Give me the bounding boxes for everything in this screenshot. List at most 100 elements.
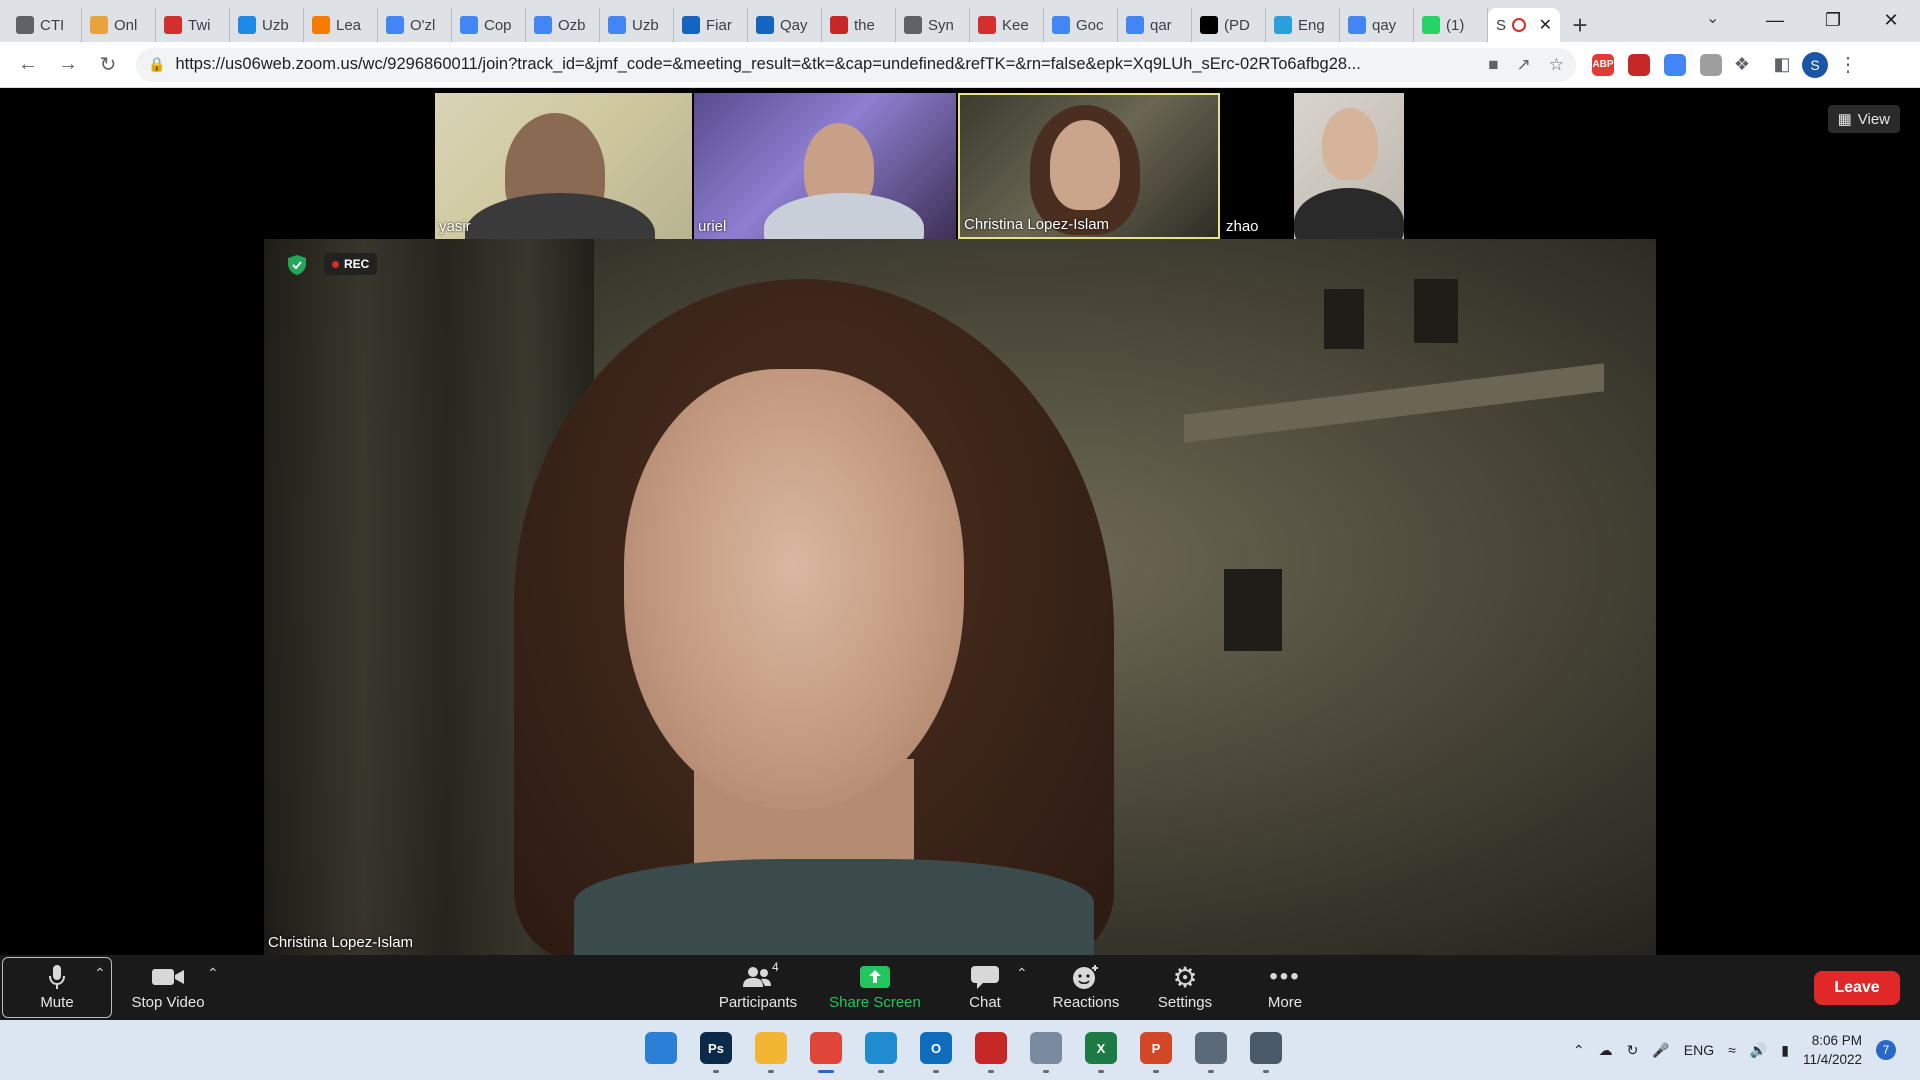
onedrive-cloud-icon[interactable]: ☁ — [1599, 1042, 1613, 1059]
photoshop-icon[interactable]: Ps — [700, 1032, 732, 1064]
forward-button[interactable]: → — [48, 45, 88, 85]
url-text[interactable]: https://us06web.zoom.us/wc/9296860011/jo… — [175, 55, 1478, 74]
back-button[interactable]: ← — [8, 45, 48, 85]
side-panel-icon[interactable]: ◧ — [1762, 45, 1802, 85]
new-tab-button[interactable]: + — [1560, 8, 1600, 42]
browser-tab[interactable]: Uzb — [230, 8, 304, 42]
notification-badge[interactable]: 7 — [1876, 1040, 1896, 1060]
language-indicator[interactable]: ENG — [1684, 1042, 1714, 1058]
leave-button[interactable]: Leave — [1814, 971, 1900, 1005]
browser-tab[interactable]: (1) — [1414, 8, 1488, 42]
browser-tab[interactable]: Qay — [748, 8, 822, 42]
share-screen-button[interactable]: Share Screen — [825, 955, 925, 1020]
restore-button[interactable]: ❐ — [1804, 0, 1862, 40]
windows-start-icon[interactable] — [645, 1032, 677, 1064]
calculator-icon[interactable] — [1250, 1032, 1282, 1064]
reactions-button[interactable]: Reactions — [1050, 955, 1122, 1020]
battery-icon[interactable]: ▮ — [1781, 1042, 1789, 1059]
chat-label: Chat — [969, 994, 1001, 1011]
extensions-area: ABP — [1592, 53, 1722, 76]
acrobat-icon[interactable] — [975, 1032, 1007, 1064]
file-explorer-icon[interactable] — [755, 1032, 787, 1064]
participant-tile-active[interactable]: Christina Lopez-Islam — [958, 93, 1220, 239]
participant-video-zhao[interactable] — [1294, 93, 1404, 239]
profile-avatar[interactable]: S — [1802, 51, 1828, 78]
browser-tab[interactable]: Uzb — [600, 8, 674, 42]
browser-tab[interactable]: Lea — [304, 8, 378, 42]
volume-icon[interactable]: 🔊 — [1750, 1042, 1767, 1059]
encryption-shield-icon[interactable] — [288, 255, 306, 275]
browser-tab[interactable]: Fiar — [674, 8, 748, 42]
chrome-icon[interactable] — [810, 1032, 842, 1064]
grid-view-icon: ▦ — [1837, 111, 1852, 128]
minimize-button[interactable]: — — [1746, 0, 1804, 40]
extensions-puzzle-icon[interactable]: ❖ — [1722, 45, 1762, 85]
participant-body — [764, 193, 924, 239]
view-button[interactable]: ▦ View — [1827, 105, 1900, 133]
browser-tab[interactable]: Goc — [1044, 8, 1118, 42]
browser-tab[interactable]: CTI — [8, 8, 82, 42]
tab-search-chevron-icon[interactable]: ⌄ — [1706, 8, 1719, 28]
user-ext-icon[interactable] — [1700, 53, 1722, 76]
browser-tab[interactable]: Cop — [452, 8, 526, 42]
bookmark-star-icon[interactable]: ☆ — [1549, 55, 1564, 75]
stop-video-button[interactable]: Stop Video — [125, 955, 211, 1020]
adblock-icon[interactable]: ABP — [1592, 53, 1614, 76]
tab-title: Cop — [484, 16, 512, 34]
share-icon[interactable]: ↗ — [1517, 55, 1531, 75]
translate-ext-icon[interactable] — [1664, 53, 1686, 76]
reload-button[interactable]: ↻ — [88, 45, 128, 85]
settings-app-icon[interactable] — [1195, 1032, 1227, 1064]
excel-icon[interactable]: X — [1085, 1032, 1117, 1064]
participant-video — [1322, 108, 1378, 180]
clock[interactable]: 8:06 PM 11/4/2022 — [1803, 1031, 1862, 1069]
browser-tab[interactable]: Eng — [1266, 8, 1340, 42]
tab-list: CTI Onl Twi Uzb Lea O'zl Cop Ozb Uzb Fiar Qay the Sy… — [0, 0, 1600, 42]
browser-tab[interactable]: Ozb — [526, 8, 600, 42]
menu-kebab-icon[interactable]: ⋮ — [1828, 45, 1868, 85]
tab-title: Uzb — [632, 16, 659, 34]
microphone-tray-icon[interactable]: 🎤 — [1652, 1042, 1669, 1059]
grid-globe-icon — [90, 16, 108, 34]
sync-icon[interactable]: ↻ — [1627, 1042, 1639, 1059]
address-bar[interactable]: 🔒 https://us06web.zoom.us/wc/9296860011/… — [136, 47, 1576, 82]
browser-tab[interactable]: qar — [1118, 8, 1192, 42]
settings-button[interactable]: ⚙ Settings — [1152, 955, 1218, 1020]
participant-name: uriel — [698, 218, 727, 235]
close-tab-icon[interactable]: ✕ — [1539, 15, 1552, 35]
docs-icon — [534, 16, 552, 34]
edge-icon[interactable] — [865, 1032, 897, 1064]
browser-tab[interactable]: (PD — [1192, 8, 1266, 42]
browser-tab[interactable]: Onl — [82, 8, 156, 42]
more-button[interactable]: ••• More — [1255, 955, 1315, 1020]
tab-title: Qay — [780, 16, 808, 34]
participants-button[interactable]: 4 Participants — [712, 955, 804, 1020]
chat-options-chevron-icon[interactable]: ⌃ — [1016, 965, 1028, 982]
browser-tab[interactable]: the — [822, 8, 896, 42]
browser-tab[interactable]: O'zl — [378, 8, 452, 42]
tray-overflow-chevron-icon[interactable]: ⌃ — [1573, 1042, 1585, 1059]
browser-tab[interactable]: qay — [1340, 8, 1414, 42]
recording-badge[interactable]: REC — [324, 253, 378, 275]
shield-ext-icon[interactable] — [1628, 53, 1650, 76]
wifi-icon[interactable]: ≈ — [1728, 1042, 1736, 1058]
camera-icon[interactable]: ■ — [1488, 55, 1498, 75]
close-window-button[interactable]: ✕ — [1862, 0, 1920, 40]
browser-tab[interactable]: Syn — [896, 8, 970, 42]
browser-tab-active[interactable]: S ✕ — [1488, 8, 1560, 42]
participant-tile[interactable]: yasir — [435, 93, 692, 239]
lock-icon[interactable]: 🔒 — [148, 56, 165, 73]
outlook-icon[interactable]: O — [920, 1032, 952, 1064]
chat-button[interactable]: Chat — [955, 955, 1015, 1020]
participant-tile[interactable]: zhao — [1222, 93, 1292, 239]
audio-options-chevron-icon[interactable]: ⌃ — [94, 965, 106, 982]
tab-title: (PD — [1224, 16, 1250, 34]
browser-tab[interactable]: Kee — [970, 8, 1044, 42]
browser-tab[interactable]: Twi — [156, 8, 230, 42]
powerpoint-icon[interactable]: P — [1140, 1032, 1172, 1064]
running-indicator — [933, 1070, 939, 1073]
video-options-chevron-icon[interactable]: ⌃ — [207, 965, 219, 982]
tab-title: Onl — [114, 16, 138, 34]
app-icon[interactable] — [1030, 1032, 1062, 1064]
participant-tile[interactable]: uriel — [694, 93, 956, 239]
